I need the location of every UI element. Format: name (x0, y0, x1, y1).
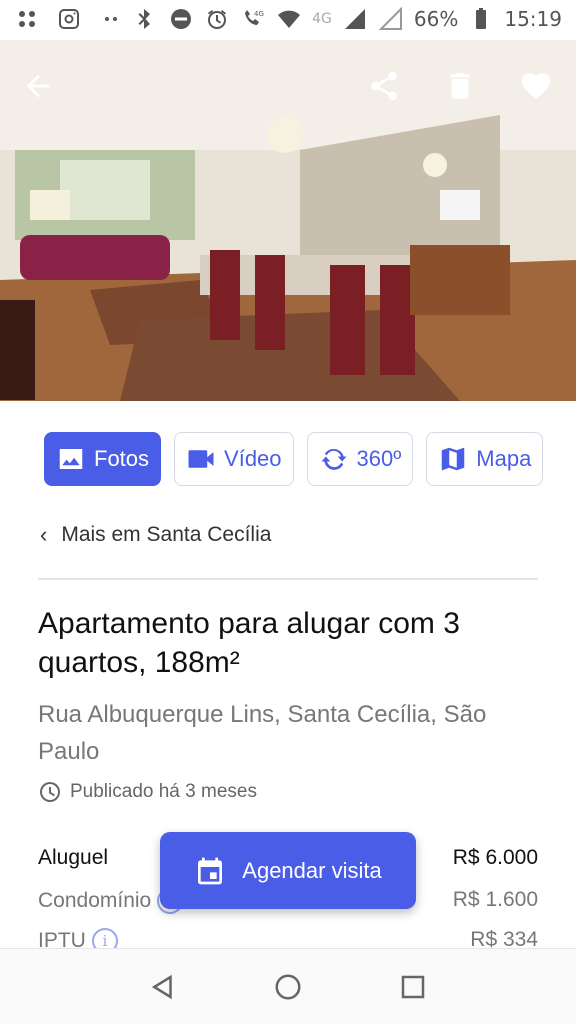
dnd-icon (168, 6, 194, 32)
schedule-visit-button[interactable]: Agendar visita (160, 832, 416, 909)
clock: 15:19 (504, 7, 562, 31)
signal-empty-icon (378, 6, 404, 32)
system-nav-bar (0, 948, 576, 1024)
tab-fotos[interactable]: Fotos (44, 432, 162, 486)
nav-back-icon[interactable] (148, 972, 178, 1002)
nav-home-icon[interactable] (273, 972, 303, 1002)
calendar-icon (198, 857, 223, 884)
tab-label: Mapa (476, 446, 532, 471)
share-icon (371, 71, 397, 101)
slack-icon (14, 6, 40, 32)
back-button[interactable] (18, 66, 58, 106)
tab-360[interactable]: 360º (306, 432, 414, 486)
living-room-photo (0, 40, 576, 401)
listing-address: Rua Albuquerque Lins, Santa Cecília, São… (38, 701, 487, 765)
tab-label: Fotos (94, 446, 150, 471)
published-label: Publicado há 3 meses (70, 781, 257, 802)
tab-label: 360º (356, 446, 402, 471)
wifi-icon (276, 6, 302, 32)
alarm-icon (204, 6, 230, 32)
network-type-label: 4G (312, 11, 332, 27)
nav-recents-icon[interactable] (398, 972, 428, 1002)
tab-label: Vídeo (224, 446, 282, 471)
chevron-left-icon: ‹ (40, 522, 48, 547)
share-button[interactable] (364, 66, 404, 106)
published-info: Publicado há 3 meses (38, 780, 257, 804)
signal-icon (342, 6, 368, 32)
delete-button[interactable] (440, 66, 480, 106)
battery-percent: 66% (413, 7, 459, 31)
listing-title: Apartamento para alugar com 3 quartos, 1… (38, 607, 460, 679)
rotate-360-icon (321, 448, 347, 470)
tab-mapa[interactable]: Mapa (426, 432, 544, 486)
battery-icon (468, 6, 494, 32)
price-value: R$ 6.000 (452, 846, 538, 869)
tab-video[interactable]: Vídeo (174, 432, 294, 486)
price-label: Condomínio (38, 889, 152, 912)
trash-icon (450, 73, 470, 99)
favorite-button[interactable] (516, 66, 556, 106)
clock-icon (40, 782, 60, 802)
back-arrow-icon (26, 74, 50, 98)
price-label: Aluguel (38, 846, 109, 869)
heart-icon (521, 73, 551, 100)
svg-text:4G: 4G (254, 10, 264, 18)
breadcrumb-label: Mais em Santa Cecília (61, 523, 272, 546)
media-tabs: Fotos Vídeo 360º Mapa (44, 432, 544, 486)
video-camera-icon (188, 450, 214, 468)
breadcrumb-back-link[interactable]: ‹ Mais em Santa Cecília (40, 522, 271, 548)
price-value: R$ 1.600 (452, 888, 538, 911)
divider (38, 578, 538, 580)
status-bar: 4G 4G 66% 15:19 (0, 0, 576, 40)
cta-label: Agendar visita (242, 857, 382, 883)
instagram-icon (56, 6, 82, 32)
bluetooth-icon (132, 6, 158, 32)
listing-photo[interactable] (0, 40, 576, 401)
wifi-call-icon: 4G (240, 6, 266, 32)
map-icon (442, 447, 465, 471)
photo-icon (59, 449, 83, 469)
more-dots-icon (98, 6, 124, 32)
